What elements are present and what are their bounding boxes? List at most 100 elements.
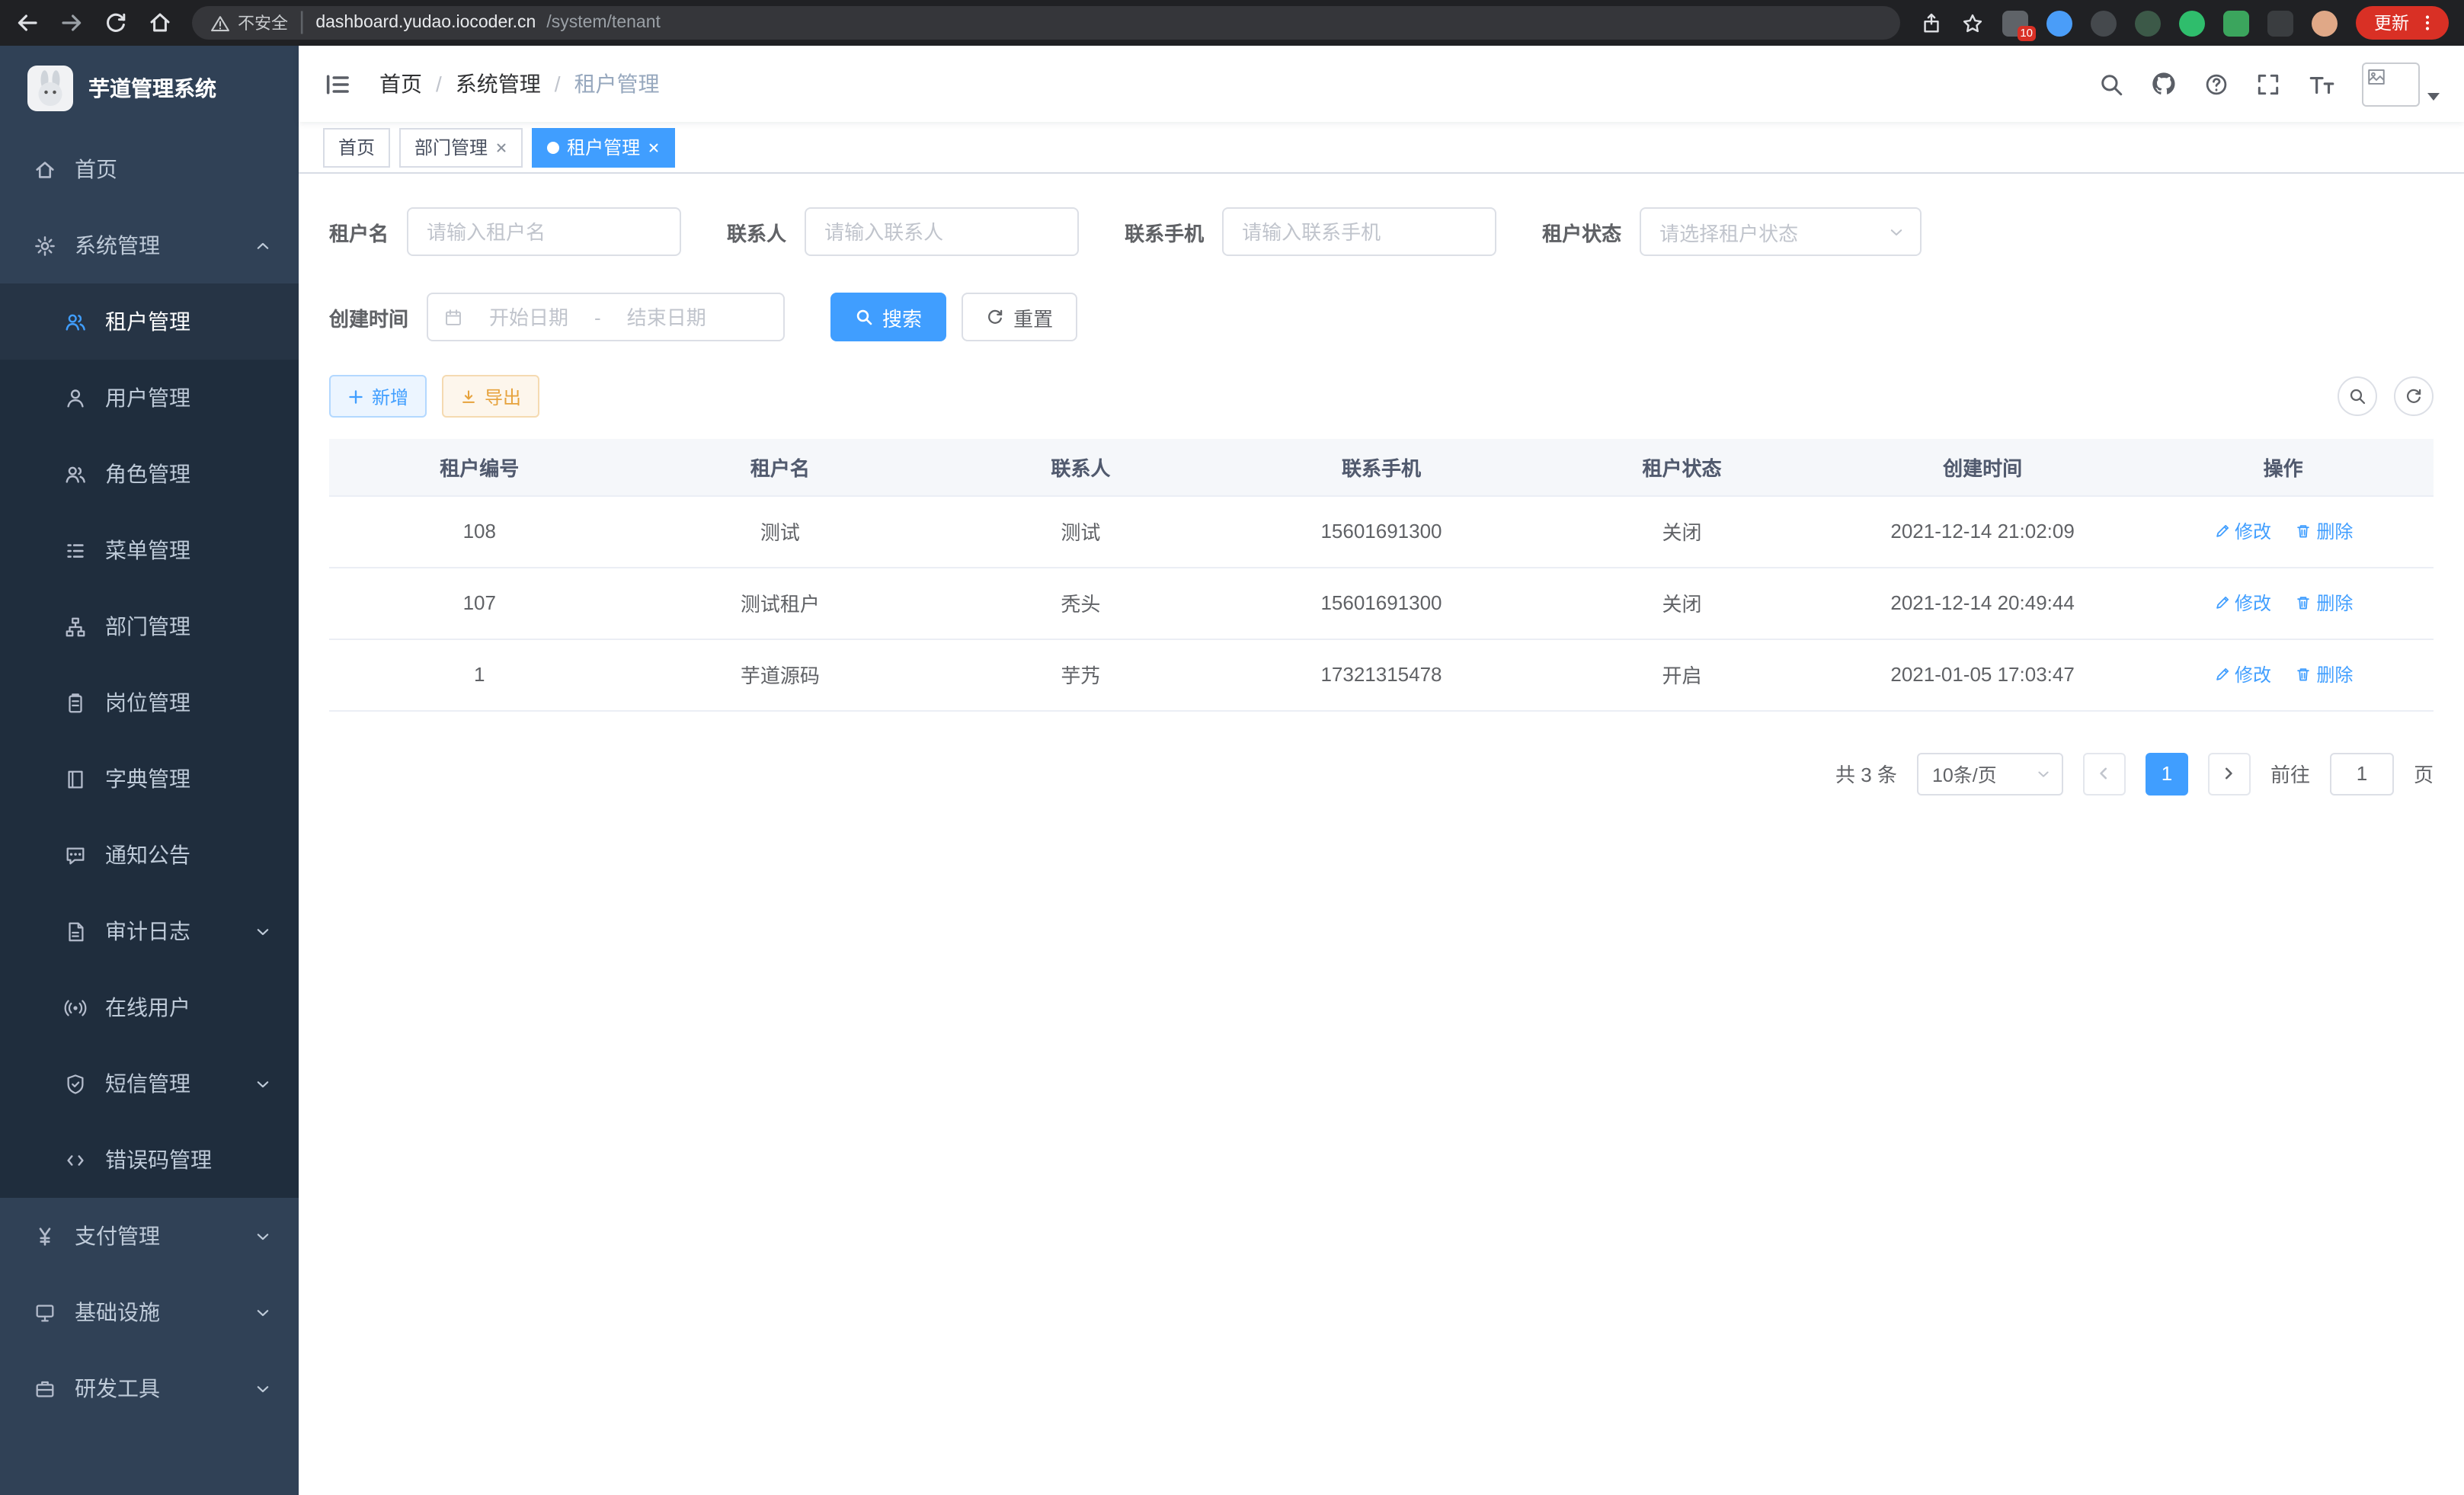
toggle-search-button[interactable]	[2338, 376, 2377, 416]
hamburger-icon[interactable]	[323, 69, 352, 98]
sidebar-item-role[interactable]: 角色管理	[0, 436, 299, 512]
extension-icon[interactable]	[2091, 10, 2117, 36]
date-end-input[interactable]	[610, 306, 723, 328]
date-separator: -	[594, 306, 601, 328]
help-icon[interactable]	[2203, 71, 2229, 97]
sidebar-item-sms[interactable]: 短信管理	[0, 1045, 299, 1122]
add-button-label: 新增	[372, 383, 408, 409]
browser-refresh-icon[interactable]	[104, 11, 128, 35]
search-icon[interactable]	[2098, 71, 2124, 97]
font-size-icon[interactable]	[2307, 71, 2336, 97]
breadcrumb-system[interactable]: 系统管理	[456, 69, 541, 99]
cell-tenant-id: 107	[329, 567, 630, 639]
sidebar-item-audit-log[interactable]: 审计日志	[0, 893, 299, 969]
sidebar-item-label: 角色管理	[105, 459, 190, 489]
edit-link[interactable]: 修改	[2213, 590, 2271, 616]
tab-label: 部门管理	[414, 134, 488, 160]
post-badge-icon	[64, 691, 87, 714]
share-icon[interactable]	[1920, 11, 1943, 34]
column-header: 租户名	[630, 439, 931, 495]
phone-input[interactable]	[1222, 207, 1496, 256]
sms-shield-icon	[64, 1072, 87, 1095]
goto-page-input[interactable]	[2330, 752, 2394, 795]
security-indicator[interactable]: 不安全	[210, 11, 288, 35]
add-button[interactable]: 新增	[329, 375, 427, 418]
chevron-right-icon	[2221, 765, 2238, 782]
date-start-input[interactable]	[472, 306, 585, 328]
breadcrumb-home[interactable]: 首页	[379, 69, 422, 99]
tenant-name-input[interactable]	[407, 207, 681, 256]
sidebar-item-menu[interactable]: 菜单管理	[0, 512, 299, 588]
puzzle-extensions-icon[interactable]	[2267, 10, 2293, 36]
delete-link[interactable]: 删除	[2295, 661, 2353, 687]
extension-icon[interactable]	[2223, 10, 2249, 36]
tab-tenant[interactable]: 租户管理	[532, 127, 675, 167]
sidebar-item-dict[interactable]: 字典管理	[0, 741, 299, 817]
sidebar-item-home[interactable]: 首页	[0, 131, 299, 207]
sidebar: 芋道管理系统 首页 系统管理 租户管理 用户管理	[0, 46, 299, 1495]
extension-icon[interactable]: 10	[2002, 10, 2028, 36]
trash-icon	[2295, 594, 2312, 611]
profile-icon[interactable]	[2312, 10, 2338, 36]
sidebar-item-dept[interactable]: 部门管理	[0, 588, 299, 664]
sidebar-item-label: 租户管理	[105, 306, 190, 337]
url-host: dashboard.yudao.iocoder.cn	[315, 14, 536, 32]
sidebar-item-error-code[interactable]: 错误码管理	[0, 1122, 299, 1198]
next-page-button[interactable]	[2208, 752, 2251, 795]
date-range-picker[interactable]: -	[427, 293, 785, 341]
reset-button[interactable]: 重置	[962, 293, 1077, 341]
pagination-total: 共 3 条	[1835, 759, 1897, 788]
user-menu[interactable]	[2362, 62, 2440, 106]
sidebar-item-user[interactable]: 用户管理	[0, 360, 299, 436]
table-header-row: 租户编号 租户名 联系人 联系手机 租户状态 创建时间 操作	[329, 439, 2434, 495]
refresh-table-button[interactable]	[2394, 376, 2434, 416]
sidebar-item-online-user[interactable]: 在线用户	[0, 969, 299, 1045]
page-number-1[interactable]: 1	[2146, 752, 2188, 795]
search-button[interactable]: 搜索	[830, 293, 946, 341]
browser-update-button[interactable]: 更新	[2356, 6, 2449, 40]
sidebar-item-payment[interactable]: 支付管理	[0, 1198, 299, 1274]
contact-input[interactable]	[805, 207, 1079, 256]
cell-status: 关闭	[1531, 495, 1832, 567]
edit-link[interactable]: 修改	[2213, 518, 2271, 544]
prev-page-button[interactable]	[2083, 752, 2126, 795]
tab-dept[interactable]: 部门管理	[399, 127, 523, 167]
sidebar-item-devtools[interactable]: 研发工具	[0, 1350, 299, 1426]
extension-icon[interactable]	[2046, 10, 2072, 36]
sidebar-item-label: 短信管理	[105, 1068, 190, 1099]
tenant-name-label: 租户名	[329, 217, 389, 246]
pagination: 共 3 条 10条/页 1 前往 页	[329, 752, 2434, 795]
edit-label: 修改	[2235, 518, 2271, 544]
delete-link[interactable]: 删除	[2295, 518, 2353, 544]
calendar-icon	[443, 307, 463, 327]
browser-forward-icon[interactable]	[59, 11, 84, 35]
fullscreen-icon[interactable]	[2255, 71, 2281, 97]
sidebar-item-label: 错误码管理	[105, 1144, 212, 1175]
close-icon[interactable]	[648, 141, 660, 153]
sidebar-item-tenant[interactable]: 租户管理	[0, 283, 299, 360]
sidebar-item-system[interactable]: 系统管理	[0, 207, 299, 283]
edit-pencil-icon	[2213, 666, 2230, 683]
github-icon[interactable]	[2150, 70, 2178, 98]
column-header: 租户编号	[329, 439, 630, 495]
sidebar-item-infrastructure[interactable]: 基础设施	[0, 1274, 299, 1350]
sidebar-item-post[interactable]: 岗位管理	[0, 664, 299, 741]
export-button[interactable]: 导出	[442, 375, 539, 418]
sidebar-item-notice[interactable]: 通知公告	[0, 817, 299, 893]
status-select[interactable]: 请选择租户状态	[1640, 207, 1922, 256]
address-bar[interactable]: 不安全 | dashboard.yudao.iocoder.cn/system/…	[192, 6, 1900, 40]
breadcrumb-separator: /	[555, 72, 561, 96]
bookmark-star-icon[interactable]	[1961, 11, 1984, 34]
page-size-select[interactable]: 10条/页	[1917, 752, 2063, 795]
edit-link[interactable]: 修改	[2213, 661, 2271, 687]
yen-icon	[34, 1224, 56, 1247]
column-header: 联系手机	[1231, 439, 1532, 495]
browser-back-icon[interactable]	[15, 11, 40, 35]
tab-home[interactable]: 首页	[323, 127, 390, 167]
delete-link[interactable]: 删除	[2295, 590, 2353, 616]
extension-icon[interactable]	[2135, 10, 2161, 36]
extension-icon[interactable]	[2179, 10, 2205, 36]
browser-home-icon[interactable]	[148, 11, 172, 35]
logo[interactable]: 芋道管理系统	[0, 46, 299, 131]
close-icon[interactable]	[495, 141, 507, 153]
